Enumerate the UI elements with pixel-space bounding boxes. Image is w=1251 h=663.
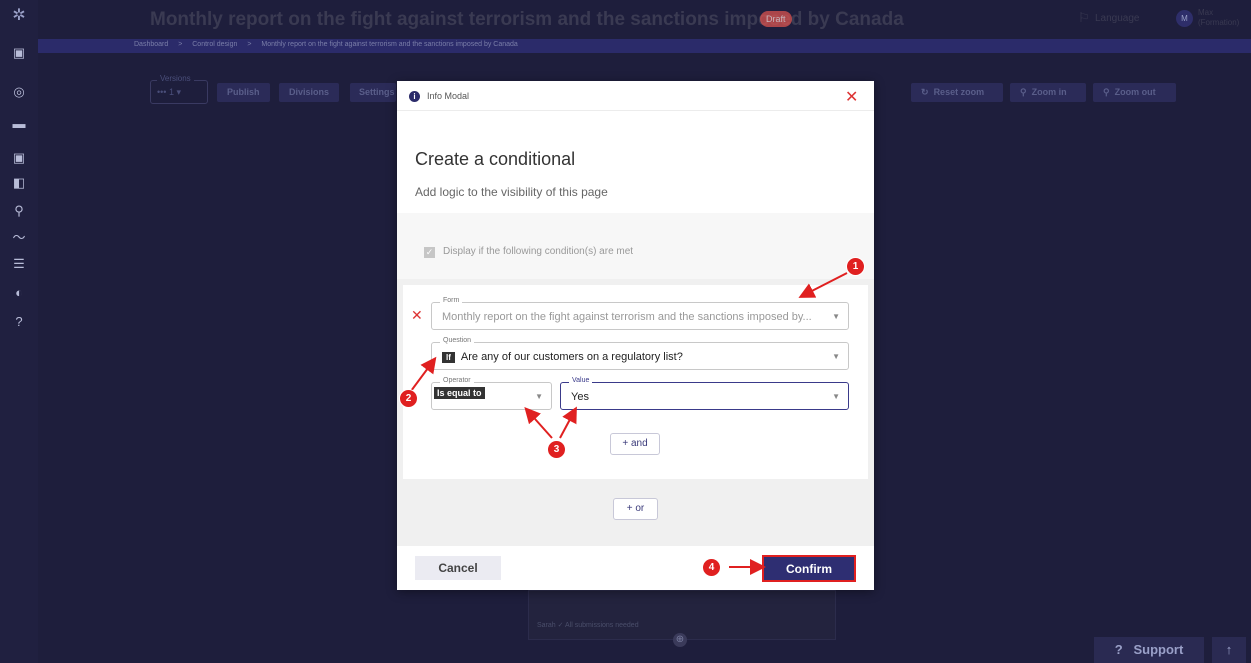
versions-select[interactable]: Versions ••• 1 ▾ (150, 74, 208, 104)
divisions-button[interactable]: Divisions (279, 83, 340, 102)
dashboard-icon[interactable]: ▣ (9, 43, 29, 63)
annotation-marker-2: 2 (399, 389, 418, 408)
zoom-in-button[interactable]: ⚲ Zoom in (1010, 83, 1086, 102)
arrow-up-icon: ↑ (1225, 642, 1233, 657)
chat-icon[interactable]: ▬ (9, 114, 29, 134)
add-node-icon[interactable]: ⊕ (673, 633, 687, 647)
display-condition-label: Display if the following condition(s) ar… (443, 246, 634, 257)
breadcrumb: Dashboard > Control design > Monthly rep… (38, 39, 1251, 53)
display-condition-checkbox[interactable]: ✓ (424, 247, 435, 258)
operator-select[interactable]: Operator Is equal to ▼ (431, 377, 552, 410)
support-button[interactable]: ? Support (1094, 637, 1204, 663)
breadcrumb-separator: > (247, 41, 252, 48)
question-select[interactable]: Question If Are any of our customers on a… (431, 337, 849, 370)
breadcrumb-item-dashboard[interactable]: Dashboard (134, 41, 168, 48)
value-select-value: Yes (571, 391, 589, 403)
form-select[interactable]: Form Monthly report on the fight against… (431, 297, 849, 330)
user-name-line2: (Formation) (1198, 18, 1240, 27)
settings-button[interactable]: Settings (350, 83, 396, 102)
question-select-label: Question (440, 337, 475, 344)
publish-button[interactable]: Publish (217, 83, 270, 102)
avatar[interactable]: M (1176, 10, 1193, 27)
user-name[interactable]: Max (Formation) (1198, 8, 1239, 28)
annotation-marker-4: 4 (702, 558, 721, 577)
chevron-down-icon: ▼ (535, 392, 543, 401)
add-or-group-button[interactable]: + or (613, 498, 658, 520)
modal-subtitle: Add logic to the visibility of this page (415, 185, 608, 199)
breadcrumb-item-control-design[interactable]: Control design (192, 41, 237, 48)
reset-icon: ↻ (921, 87, 929, 97)
reset-zoom-button[interactable]: ↻ Reset zoom (911, 83, 1003, 102)
if-badge: If (442, 352, 455, 363)
user-name-line1: Max (1198, 8, 1214, 17)
app-header: Monthly report on the fight against terr… (38, 0, 1251, 39)
remove-condition-icon[interactable]: ✕ (411, 307, 423, 324)
cancel-button[interactable]: Cancel (415, 556, 501, 580)
scroll-top-button[interactable]: ↑ (1212, 637, 1246, 663)
annotation-marker-1: 1 (846, 257, 865, 276)
chevron-down-icon: ▼ (832, 392, 840, 401)
question-select-value: If Are any of our customers on a regulato… (442, 351, 683, 363)
modal-header-title: Info Modal (427, 91, 470, 101)
zoom-in-icon: ⚲ (1020, 87, 1027, 97)
confirm-button[interactable]: Confirm (762, 555, 856, 582)
versions-value: ••• 1 ▾ (157, 87, 181, 97)
search-icon[interactable]: ⚲ (9, 201, 29, 221)
card-info: Sarah ✓ All submissions needed (537, 622, 639, 629)
info-icon: i (409, 91, 420, 102)
logo-icon[interactable]: ✲ (9, 6, 29, 26)
sidebar: ✲ ▣ ◎ ▬ ▣ ◧ ⚲ 〜 ☰ ◐ ? (0, 0, 38, 663)
settings-icon[interactable]: ◐ (9, 283, 29, 303)
sliders-icon[interactable]: ☰ (9, 254, 29, 274)
status-badge: Draft (760, 11, 792, 27)
layers-icon[interactable]: ◧ (9, 173, 29, 193)
breadcrumb-item-current: Monthly report on the fight against terr… (261, 41, 518, 48)
operator-select-value: Is equal to (434, 387, 485, 399)
annotation-marker-3: 3 (547, 440, 566, 459)
info-modal: i Info Modal ✕ Create a conditional Add … (397, 81, 874, 590)
modal-header: i Info Modal ✕ (397, 81, 874, 111)
zoom-out-button[interactable]: ⚲ Zoom out (1093, 83, 1176, 102)
form-select-value: Monthly report on the fight against terr… (442, 311, 812, 323)
report-icon[interactable]: ▣ (9, 148, 29, 168)
modal-title: Create a conditional (415, 149, 576, 169)
chevron-down-icon: ▼ (832, 352, 840, 361)
close-icon[interactable]: ✕ (845, 87, 858, 107)
language-button[interactable]: Language (1095, 13, 1140, 24)
breadcrumb-separator: > (178, 41, 183, 48)
trend-icon[interactable]: 〜 (9, 228, 29, 248)
form-select-label: Form (440, 297, 463, 304)
versions-label: Versions (157, 74, 194, 83)
check-circle-icon[interactable]: ◎ (9, 82, 29, 102)
chevron-down-icon: ▼ (832, 312, 840, 321)
help-icon[interactable]: ? (9, 312, 29, 332)
operator-select-label: Operator (440, 377, 474, 384)
value-select-label: Value (569, 377, 593, 384)
flag-icon[interactable]: ⚐ (1078, 10, 1090, 26)
value-select[interactable]: Value Yes ▼ (560, 377, 849, 410)
add-and-condition-button[interactable]: + and (610, 433, 660, 455)
support-question-icon: ? (1114, 642, 1123, 657)
zoom-out-icon: ⚲ (1103, 87, 1110, 97)
